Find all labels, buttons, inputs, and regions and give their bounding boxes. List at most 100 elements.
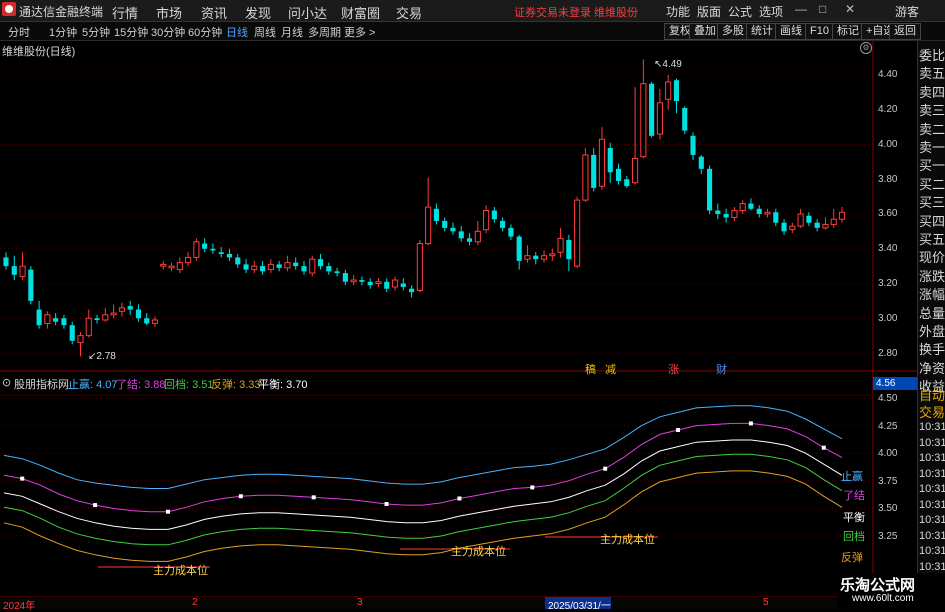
candle-body [682, 108, 688, 131]
candle-body [301, 266, 307, 272]
menu-quotes[interactable]: 行情 [112, 3, 138, 22]
menu-trade[interactable]: 交易 [396, 3, 422, 22]
tab-5min[interactable]: 5分钟 [82, 24, 110, 40]
sidebar-item[interactable]: 买一 [919, 155, 945, 174]
candle-body [69, 325, 75, 341]
candle-body [781, 222, 787, 232]
time-item: 10:31 [919, 483, 945, 495]
menu-function[interactable]: 功能 [666, 3, 690, 20]
tab-60min[interactable]: 60分钟 [188, 24, 222, 40]
candle-body [243, 264, 249, 270]
candle-body [516, 236, 522, 261]
sidebar-item[interactable]: 买五 [919, 229, 945, 248]
candle-body [267, 263, 274, 271]
tab-weekly[interactable]: 周线 [254, 24, 276, 40]
draw-button[interactable]: 画线 [775, 23, 807, 40]
low-price-label: ↙2.78 [88, 351, 116, 362]
sidebar-item[interactable]: 卖一 [919, 137, 945, 156]
menu-wealth[interactable]: 财富圈 [341, 3, 380, 22]
menu-layout[interactable]: 版面 [697, 3, 721, 20]
sidebar-item[interactable]: 买四 [919, 211, 945, 230]
tab-15min[interactable]: 15分钟 [114, 24, 148, 40]
sidebar-item[interactable]: 买三 [919, 192, 945, 211]
tab-multi-period[interactable]: 多周期 [308, 24, 341, 40]
tab-timeshare[interactable]: 分时 [8, 24, 30, 40]
back-button[interactable]: 返回 [889, 23, 921, 40]
sidebar-item[interactable]: 买二 [919, 174, 945, 193]
sidebar-item[interactable]: 现价 [919, 247, 945, 266]
event-marker[interactable]: 稿 [585, 361, 596, 377]
candle-body [375, 281, 382, 284]
sidebar-item[interactable]: 卖二 [919, 119, 945, 138]
close-icon[interactable]: ✕ [845, 2, 855, 16]
minimize-icon[interactable]: — [795, 2, 807, 16]
sidebar-item[interactable]: 涨幅 [919, 284, 945, 303]
mark-button[interactable]: 标记 [832, 23, 864, 40]
sidebar-item[interactable]: 卖四 [919, 82, 945, 101]
menu-ask[interactable]: 问小达 [288, 3, 327, 22]
candle-body [251, 265, 258, 271]
tab-monthly[interactable]: 月线 [281, 24, 303, 40]
candle-body [764, 211, 771, 215]
candle-body [540, 255, 548, 260]
event-marker[interactable]: 财 [716, 361, 727, 377]
time-item: 10:31 [919, 421, 945, 433]
guest-label[interactable]: 游客 [895, 3, 919, 20]
tab-daily[interactable]: 日线 [226, 24, 248, 40]
candle-body [731, 210, 738, 218]
candle-body [168, 265, 175, 269]
line-label-fantan: 反弹 [841, 552, 863, 564]
maximize-icon[interactable]: □ [819, 2, 826, 16]
settings-icon[interactable]: ⚙ [860, 42, 872, 54]
sidebar-item[interactable]: 外盘 [919, 321, 945, 340]
candle-body [409, 288, 415, 293]
candle-body [127, 306, 133, 310]
indicator-tick: 4.00 [878, 448, 898, 459]
login-warning[interactable]: 证券交易未登录 维维股份 [514, 4, 638, 20]
menu-market[interactable]: 市场 [156, 3, 182, 22]
tab-more[interactable]: 更多 > [344, 24, 375, 40]
stats-button[interactable]: 统计 [746, 23, 778, 40]
date-label: 5 [763, 597, 769, 608]
menu-options[interactable]: 选项 [759, 3, 783, 20]
sidebar-item[interactable]: 委比 [919, 45, 945, 64]
sidebar-item[interactable]: 换手 [919, 339, 945, 358]
date-label-current: 2025/03/31/一 [548, 601, 611, 612]
band-marker [603, 466, 608, 471]
candle-body [474, 230, 481, 243]
multi-stock-button[interactable]: 多股 [717, 23, 749, 40]
candle-body [566, 240, 572, 260]
chart-area[interactable] [0, 41, 917, 609]
candle-body [19, 265, 26, 278]
candle-body [838, 211, 846, 220]
sidebar-item[interactable]: 总量 [919, 303, 945, 322]
high-price-label: ↖4.49 [654, 59, 682, 70]
indicator-name[interactable]: 股朋指标网 [14, 376, 69, 392]
date-label: 2024年 [3, 601, 36, 612]
band-marker [748, 421, 753, 426]
tab-30min[interactable]: 30分钟 [151, 24, 185, 40]
candle-body [797, 213, 804, 227]
sidebar-item[interactable]: 涨跌 [919, 266, 945, 285]
candle-body [44, 314, 51, 324]
sidebar-item[interactable]: 卖三 [919, 100, 945, 119]
candle-body [276, 264, 282, 268]
trade-button[interactable]: 交易 [919, 402, 945, 421]
candle-body [185, 256, 192, 264]
f10-button[interactable]: F10 [805, 23, 834, 40]
menu-discover[interactable]: 发现 [245, 3, 271, 22]
event-marker[interactable]: 减 [605, 361, 616, 377]
candle-body [160, 263, 167, 267]
menu-news[interactable]: 资讯 [201, 3, 227, 22]
time-item: 10:31 [919, 514, 945, 526]
sidebar-item[interactable]: 卖五 [919, 63, 945, 82]
candle-body [582, 154, 589, 201]
candle-body [640, 83, 647, 158]
sidebar-item[interactable]: 净资 [919, 358, 945, 377]
tab-1min[interactable]: 1分钟 [49, 24, 77, 40]
event-marker[interactable]: 涨 [668, 361, 679, 377]
candle-body [36, 309, 42, 326]
menu-formula[interactable]: 公式 [728, 3, 752, 20]
indicator-settings-icon[interactable]: ⊙ [2, 376, 11, 389]
candle-body [309, 258, 316, 274]
